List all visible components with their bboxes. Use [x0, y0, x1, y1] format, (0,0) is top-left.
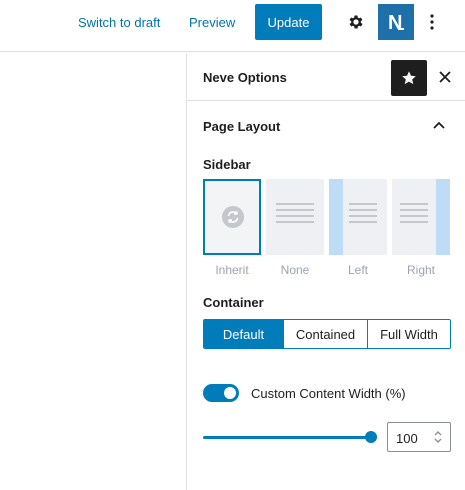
custom-width-toggle[interactable] — [203, 384, 239, 402]
content-width-slider[interactable] — [203, 425, 377, 449]
container-label: Container — [203, 295, 264, 310]
option-label: Inherit — [215, 263, 249, 277]
page-layout-section-toggle[interactable]: Page Layout — [187, 102, 465, 152]
sidebar-option-inherit[interactable]: Inherit — [203, 179, 261, 279]
container-contained-button[interactable]: Contained — [284, 320, 368, 348]
content-width-input[interactable]: 100 — [387, 422, 451, 452]
container-full-width-button[interactable]: Full Width — [368, 320, 450, 348]
content-width-value: 100 — [396, 431, 418, 446]
editor-canvas[interactable] — [0, 53, 186, 490]
option-label: Left — [347, 263, 368, 277]
custom-width-label: Custom Content Width (%) — [251, 386, 406, 401]
chevron-up-icon — [429, 115, 449, 135]
inherit-thumbnail — [203, 179, 261, 255]
svg-text:N: N — [388, 12, 402, 34]
sidebar-label: Sidebar — [203, 157, 251, 172]
settings-gear-icon[interactable] — [344, 10, 368, 34]
star-icon — [402, 71, 416, 85]
sidebar-option-none[interactable]: None — [266, 179, 324, 279]
none-thumbnail — [266, 179, 324, 255]
neve-logo-button[interactable]: N — [378, 4, 414, 40]
sidebar-option-left[interactable]: Left — [329, 179, 387, 279]
preview-button[interactable]: Preview — [189, 15, 235, 30]
left-thumbnail — [329, 179, 387, 255]
toggle-knob — [224, 387, 236, 399]
section-title: Page Layout — [203, 119, 281, 134]
inherit-sync-icon — [222, 206, 244, 228]
close-icon[interactable] — [433, 65, 457, 89]
switch-to-draft-button[interactable]: Switch to draft — [78, 15, 160, 30]
sidebar-option-right[interactable]: Right — [392, 179, 450, 279]
container-segmented-control: Default Contained Full Width — [203, 319, 451, 349]
container-default-button[interactable]: Default — [204, 320, 284, 348]
update-button[interactable]: Update — [255, 4, 322, 40]
slider-thumb[interactable] — [365, 431, 377, 443]
neve-logo-icon: N — [388, 12, 404, 34]
slider-track — [203, 436, 377, 439]
editor-top-toolbar: Switch to draft Preview Update N — [0, 0, 465, 52]
neve-options-panel: Neve Options Page Layout Sidebar Inherit… — [186, 53, 465, 490]
star-pin-button[interactable] — [391, 60, 427, 96]
panel-title: Neve Options — [203, 70, 287, 85]
number-spinner-icon[interactable] — [432, 429, 444, 445]
right-thumbnail — [392, 179, 450, 255]
option-label: None — [280, 263, 310, 277]
more-options-icon[interactable] — [420, 10, 444, 34]
option-label: Right — [406, 263, 435, 277]
panel-header: Neve Options — [187, 53, 465, 101]
